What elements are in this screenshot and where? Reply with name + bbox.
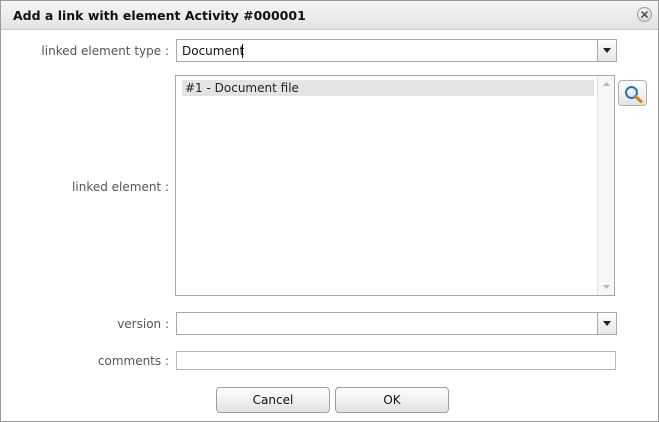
scroll-down-icon (603, 285, 610, 289)
comments-label: comments : (97, 354, 169, 368)
list-item-label: #1 - Document file (185, 81, 299, 95)
link-dialog: Add a link with element Activity #000001… (0, 0, 659, 422)
search-icon (625, 86, 643, 103)
chevron-down-icon (603, 48, 611, 53)
list-item[interactable]: #1 - Document file (182, 80, 594, 96)
cancel-button[interactable]: Cancel (216, 387, 330, 413)
dialog-titlebar: Add a link with element Activity #000001 (1, 1, 658, 30)
linked-type-select[interactable]: Document (176, 39, 617, 62)
version-label: version : (117, 317, 169, 331)
chevron-down-icon (603, 321, 611, 326)
dialog-title: Add a link with element Activity #000001 (13, 8, 306, 23)
comments-input[interactable] (176, 351, 616, 370)
search-button[interactable] (618, 80, 647, 106)
linked-element-label: linked element : (72, 180, 169, 194)
ok-button[interactable]: OK (335, 387, 449, 413)
close-button[interactable] (637, 7, 652, 22)
scroll-up-icon (603, 82, 610, 86)
version-select[interactable] (176, 312, 617, 335)
linked-type-value: Document (182, 44, 245, 58)
text-cursor (242, 44, 243, 58)
version-dropdown-button[interactable] (597, 313, 616, 334)
close-icon (641, 11, 648, 18)
linked-element-list[interactable]: #1 - Document file (175, 75, 615, 296)
linked-type-label: linked element type : (41, 44, 169, 58)
list-scrollbar[interactable] (597, 76, 614, 295)
linked-type-dropdown-button[interactable] (597, 40, 616, 61)
